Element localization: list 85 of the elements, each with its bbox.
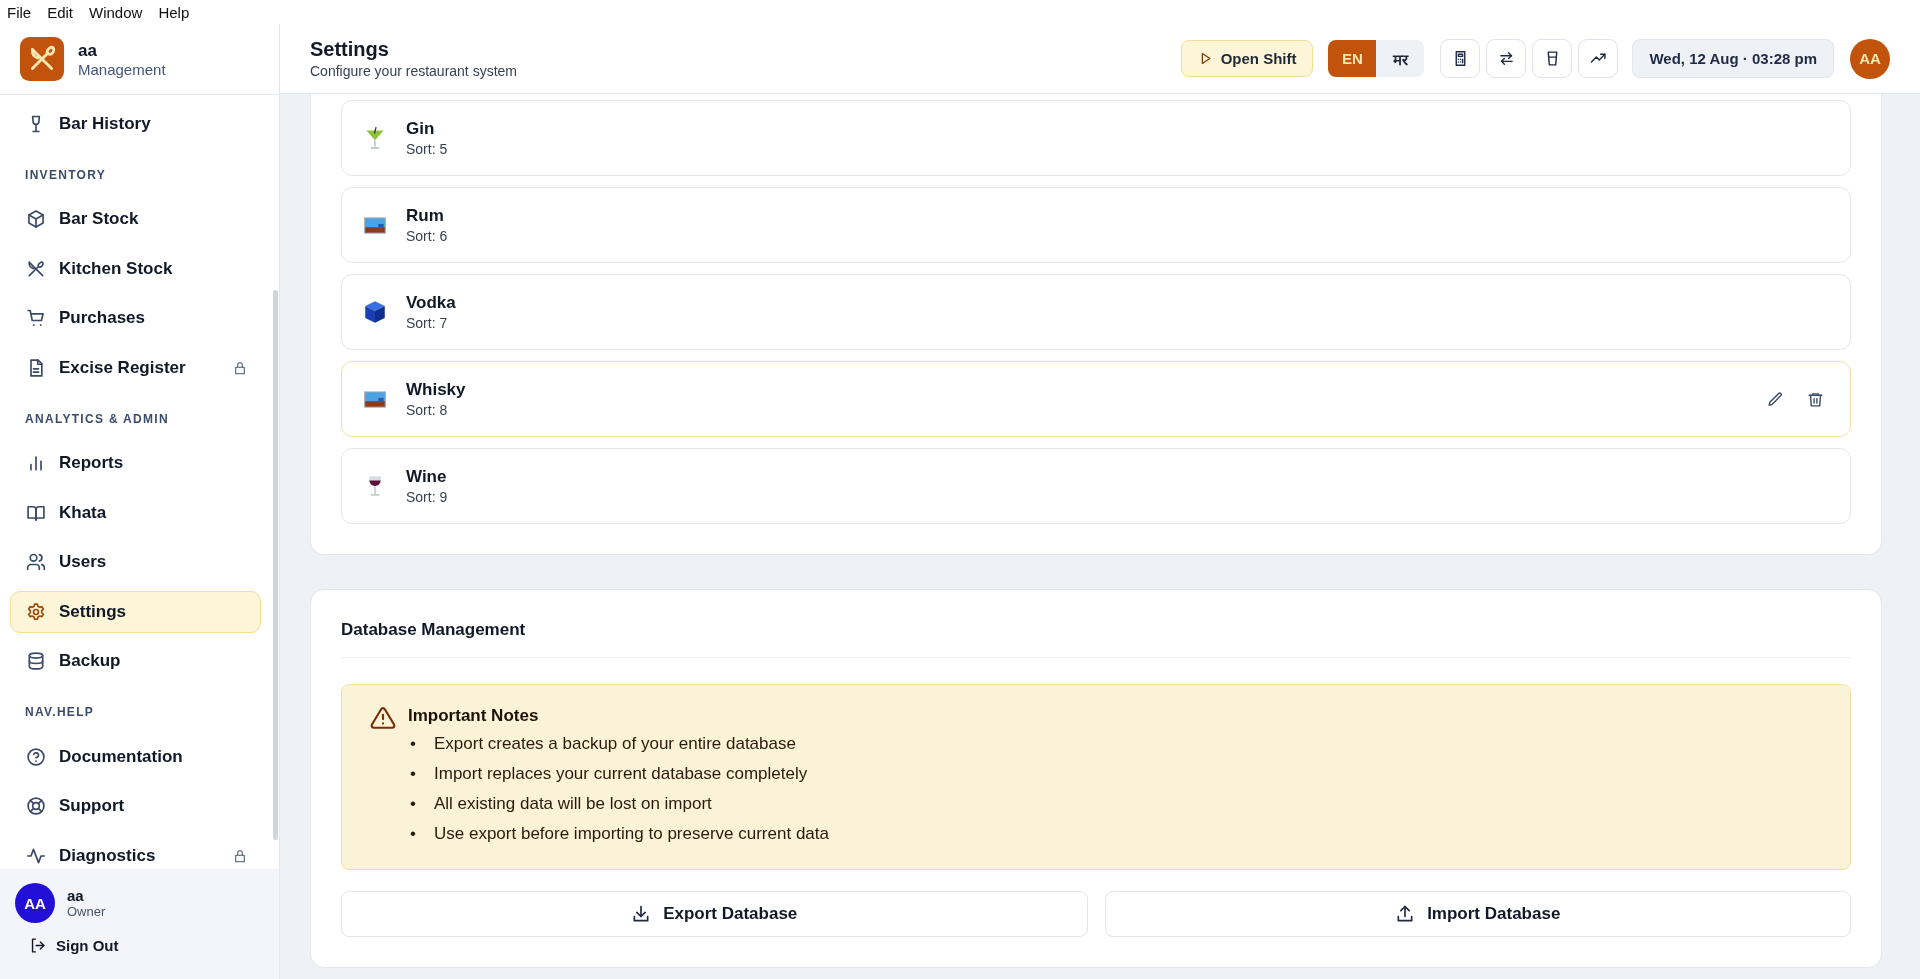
note-item: Import replaces your current database completely xyxy=(434,763,808,785)
category-row[interactable]: Whisky Sort: 8 xyxy=(341,361,1851,437)
user-role: Owner xyxy=(67,904,106,919)
gear-icon xyxy=(26,601,46,622)
sidebar-item[interactable]: Documentation xyxy=(10,735,261,778)
export-button[interactable]: Export Database xyxy=(341,891,1088,937)
sidebar-item[interactable]: Excise Register xyxy=(10,346,261,389)
user-name: aa xyxy=(67,887,85,904)
note-item: Export creates a backup of your entire database xyxy=(434,733,796,755)
sign-out-icon xyxy=(29,937,46,954)
category-name: Vodka xyxy=(406,293,457,313)
section-title: Database Management xyxy=(341,620,1851,658)
sidebar-item[interactable]: Khata xyxy=(10,491,261,534)
swap-arrows-button[interactable] xyxy=(1486,39,1527,78)
app-subtitle: Management xyxy=(78,60,166,78)
date-time: Wed, 12 Aug · 03:28 pm xyxy=(1632,39,1834,78)
category-name: Wine xyxy=(406,467,448,487)
sidebar-item[interactable]: Kitchen Stock xyxy=(10,247,261,290)
sidebar-item[interactable]: Reports xyxy=(10,442,261,484)
page-title: Settings xyxy=(310,38,390,61)
sidebar-item[interactable]: Bar History xyxy=(10,102,261,145)
import-button[interactable]: Import Database xyxy=(1104,891,1851,937)
language-tab[interactable]: मर xyxy=(1376,40,1425,77)
sort-order: Sort: 5 xyxy=(406,141,449,157)
cube-icon xyxy=(362,299,388,325)
warning-icon xyxy=(370,705,396,731)
cup-button[interactable] xyxy=(1532,39,1573,78)
pulse-icon xyxy=(26,845,46,866)
category-name: Rum xyxy=(406,206,445,226)
cart-icon xyxy=(26,308,46,328)
menu-item[interactable]: Help xyxy=(158,3,190,21)
category-row[interactable]: Rum Sort: 6 xyxy=(341,187,1851,263)
category-row[interactable]: Gin Sort: 5 xyxy=(341,100,1851,176)
database-icon xyxy=(26,651,46,671)
lock-icon xyxy=(232,847,248,864)
app-name: aa xyxy=(78,40,98,61)
calculator-button[interactable] xyxy=(1440,39,1481,78)
note-item: All existing data will be lost on import xyxy=(434,793,712,815)
sort-order: Sort: 8 xyxy=(406,402,449,418)
logo-icon xyxy=(19,36,65,82)
download-icon xyxy=(631,904,652,924)
note-item: Use export before importing to preserve current data xyxy=(434,823,829,845)
menu-item[interactable]: Window xyxy=(89,3,143,21)
sidebar-item[interactable]: Backup xyxy=(10,640,261,682)
sort-order: Sort: 6 xyxy=(406,228,449,244)
sidebar-item[interactable]: Bar Stock xyxy=(10,198,261,240)
sign-out-button[interactable]: Sign Out xyxy=(15,933,133,958)
bullet: • xyxy=(409,823,417,845)
notes-title: Important Notes xyxy=(408,705,540,727)
category-row[interactable]: Wine Sort: 9 xyxy=(341,448,1851,524)
sidebar-item[interactable]: Settings xyxy=(10,590,261,633)
sidebar-item[interactable]: Purchases xyxy=(10,297,261,339)
sort-order: Sort: 7 xyxy=(406,315,449,331)
category-row[interactable]: Vodka Sort: 7 xyxy=(341,274,1851,350)
bullet: • xyxy=(409,793,417,815)
section-heading: NAV.HELP xyxy=(24,704,96,721)
sidebar-item[interactable]: Users xyxy=(10,541,261,583)
swap-arrows-icon xyxy=(1497,50,1515,67)
user-avatar[interactable]: AA xyxy=(1850,38,1890,79)
page-subtitle: Configure your restaurant system xyxy=(310,63,517,79)
trash-icon xyxy=(1806,390,1824,408)
open-shift-button[interactable]: Open Shift xyxy=(1180,40,1314,77)
language-tab[interactable]: EN xyxy=(1328,40,1377,77)
upload-icon xyxy=(1395,904,1416,924)
lock-icon xyxy=(232,359,248,376)
help-icon xyxy=(26,746,46,767)
category-name: Whisky xyxy=(406,380,467,400)
fork-knife-icon xyxy=(26,258,46,279)
sort-order: Sort: 9 xyxy=(406,489,449,505)
sidebar-item[interactable]: Diagnostics xyxy=(10,834,261,869)
lifebuoy-icon xyxy=(26,796,46,816)
bullet: • xyxy=(409,733,417,755)
sidebar-item[interactable]: Support xyxy=(10,785,261,827)
section-heading: ANALYTICS & ADMIN xyxy=(24,410,170,428)
section-heading: INVENTORY xyxy=(24,166,108,184)
scrollbar[interactable] xyxy=(273,290,278,840)
trend-up-button[interactable] xyxy=(1578,39,1619,78)
menu-item[interactable]: File xyxy=(7,3,32,21)
pencil-icon xyxy=(1766,390,1784,408)
category-name: Gin xyxy=(406,119,436,139)
bullet: • xyxy=(409,763,417,785)
users-icon xyxy=(26,552,46,572)
cube-icon xyxy=(26,209,46,229)
menu-item[interactable]: Edit xyxy=(47,3,74,21)
user-avatar: AA xyxy=(15,883,55,923)
